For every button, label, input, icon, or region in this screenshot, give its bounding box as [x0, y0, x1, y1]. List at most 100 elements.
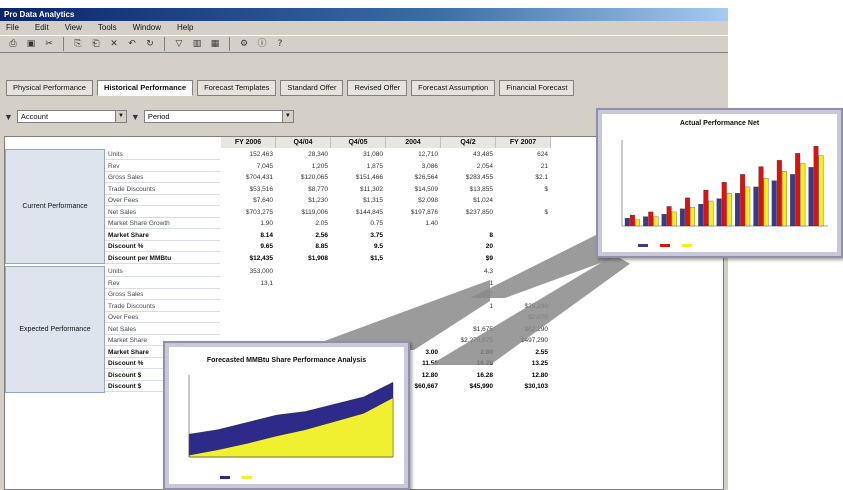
table-cell[interactable]: $237,850	[441, 207, 496, 218]
table-cell[interactable]: 2.56	[276, 230, 331, 241]
refresh-icon[interactable]: ↻	[143, 37, 157, 51]
table-cell[interactable]: 8.14	[221, 230, 276, 241]
column-header[interactable]: FY 2006	[221, 137, 276, 148]
bar[interactable]	[661, 214, 667, 227]
table-cell[interactable]: $30,103	[496, 381, 551, 392]
bar[interactable]	[721, 182, 727, 227]
tab-physical-performance[interactable]: Physical Performance	[6, 80, 93, 96]
column-header[interactable]: Q4/05	[331, 137, 386, 148]
table-cell[interactable]: $1,230	[276, 195, 331, 206]
bar[interactable]	[726, 193, 732, 227]
print-icon[interactable]: ⎙	[6, 37, 20, 51]
tab-standard-offer[interactable]: Standard Offer	[280, 80, 344, 96]
table-cell[interactable]: $120,065	[276, 172, 331, 183]
bar[interactable]	[740, 174, 746, 227]
filter-icon[interactable]: ▽	[172, 37, 186, 51]
table-cell[interactable]: 13.25	[496, 358, 551, 369]
bar[interactable]	[800, 163, 806, 227]
bar[interactable]	[716, 198, 722, 227]
table-cell[interactable]: 13,1	[221, 278, 276, 289]
table-cell[interactable]: 9.65	[221, 241, 276, 252]
table-cell[interactable]: $7,640	[221, 195, 276, 206]
menu-item-tools[interactable]: Tools	[98, 21, 117, 34]
table-cell[interactable]: 20	[441, 241, 496, 252]
bar[interactable]	[776, 160, 782, 227]
table-cell[interactable]: 43,485	[441, 149, 496, 160]
bar[interactable]	[813, 146, 819, 227]
bar[interactable]	[735, 193, 740, 227]
table-cell[interactable]: 1,875	[331, 161, 386, 172]
account-select[interactable]: Account ▼	[16, 110, 127, 123]
bar[interactable]	[624, 218, 630, 227]
table-cell[interactable]: $	[496, 207, 551, 218]
paste-icon[interactable]: ⎗	[89, 37, 103, 51]
tab-forecast-templates[interactable]: Forecast Templates	[197, 80, 277, 96]
bar[interactable]	[698, 203, 704, 227]
bar[interactable]	[795, 153, 801, 227]
table-cell[interactable]: $45,990	[441, 381, 496, 392]
bar[interactable]	[708, 200, 714, 227]
menu-item-view[interactable]: View	[65, 21, 82, 34]
menu-item-edit[interactable]: Edit	[35, 21, 49, 34]
filter-icon[interactable]: ▼	[4, 112, 13, 122]
menu-item-window[interactable]: Window	[133, 21, 161, 34]
table-cell[interactable]: $144,845	[331, 207, 386, 218]
bar[interactable]	[771, 180, 777, 227]
table-cell[interactable]: 624	[496, 149, 551, 160]
table-cell[interactable]: $703,275	[221, 207, 276, 218]
table-cell[interactable]: $197,876	[386, 207, 441, 218]
table-cell[interactable]: $26,564	[386, 172, 441, 183]
table-cell[interactable]: $14,509	[386, 184, 441, 195]
bar[interactable]	[679, 208, 685, 227]
table-cell[interactable]: 21	[496, 161, 551, 172]
table-cell[interactable]: $1,5	[331, 253, 386, 264]
table-cell[interactable]: 152,463	[221, 149, 276, 160]
period-select[interactable]: Period ▼	[143, 110, 294, 123]
bar[interactable]	[635, 219, 640, 227]
copy-icon[interactable]: ⎘	[71, 37, 85, 51]
table-cell[interactable]: 12.80	[496, 370, 551, 381]
table-cell[interactable]: $13,855	[441, 184, 496, 195]
table-cell[interactable]: 1.40	[386, 218, 441, 229]
bar[interactable]	[690, 207, 696, 227]
table-cell[interactable]: 3.75	[331, 230, 386, 241]
column-header[interactable]: 2004	[386, 137, 441, 148]
filter-icon[interactable]: ▼	[131, 112, 140, 122]
column-header[interactable]: Q4/2	[441, 137, 496, 148]
grid-icon[interactable]: ▦	[208, 37, 222, 51]
column-header[interactable]: FY 2007	[496, 137, 551, 148]
table-cell[interactable]: $8,770	[276, 184, 331, 195]
table-cell[interactable]: 7,045	[221, 161, 276, 172]
table-cell[interactable]: 8.85	[276, 241, 331, 252]
table-cell[interactable]: $2.1	[496, 172, 551, 183]
save-icon[interactable]: ▣	[24, 37, 38, 51]
bar[interactable]	[753, 186, 759, 227]
bar[interactable]	[790, 174, 796, 227]
table-cell[interactable]: 28,340	[276, 149, 331, 160]
bar[interactable]	[648, 211, 654, 227]
table-cell[interactable]: $704,431	[221, 172, 276, 183]
bar[interactable]	[758, 166, 764, 227]
bar[interactable]	[808, 167, 814, 227]
bar[interactable]	[745, 186, 751, 227]
table-cell[interactable]: 353,000	[221, 266, 276, 277]
chevron-down-icon[interactable]: ▼	[114, 111, 126, 122]
table-cell[interactable]: 2.05	[276, 218, 331, 229]
bar[interactable]	[763, 178, 769, 227]
table-cell[interactable]: $2,098	[386, 195, 441, 206]
table-cell[interactable]: $1,024	[441, 195, 496, 206]
table-cell[interactable]: $53,516	[221, 184, 276, 195]
table-cell[interactable]: $12,435	[221, 253, 276, 264]
table-cell[interactable]: $9	[441, 253, 496, 264]
table-cell[interactable]: $11,302	[331, 184, 386, 195]
bar[interactable]	[685, 197, 690, 227]
table-cell[interactable]: $1,908	[276, 253, 331, 264]
bar[interactable]	[629, 214, 635, 227]
tab-historical-performance[interactable]: Historical Performance	[96, 80, 194, 96]
chevron-down-icon[interactable]: ▼	[281, 111, 293, 122]
tab-financial-forecast[interactable]: Financial Forecast	[499, 80, 575, 96]
menu-item-file[interactable]: File	[6, 21, 19, 34]
table-cell[interactable]: 4.3	[441, 266, 496, 277]
chart-icon[interactable]: ▥	[190, 37, 204, 51]
bar[interactable]	[653, 216, 659, 227]
